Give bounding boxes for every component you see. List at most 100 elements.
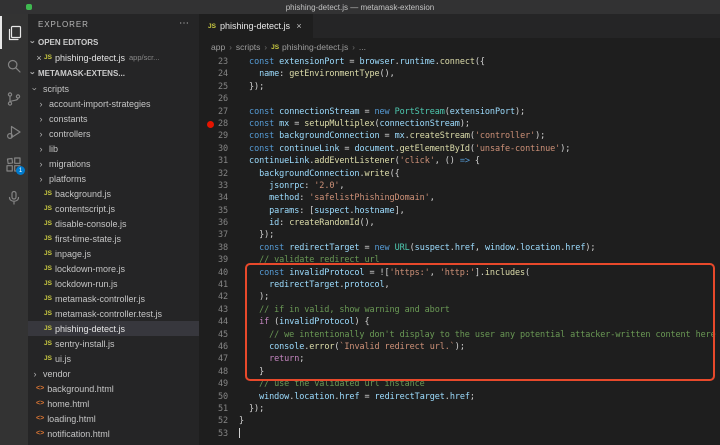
code-line-29[interactable]: 29 const backgroundConnection = mx.creat… — [199, 130, 720, 142]
tree-item-lockdown-more-js[interactable]: JSlockdown-more.js — [28, 261, 199, 276]
code-line-41[interactable]: 41 redirectTarget.protocol, — [199, 279, 720, 291]
line-number[interactable]: 27 — [199, 106, 239, 118]
tree-item-lib[interactable]: ›lib — [28, 141, 199, 156]
line-number[interactable]: 42 — [199, 291, 239, 303]
tree-item-loading-html[interactable]: <>loading.html — [28, 411, 199, 426]
line-number[interactable]: 53 — [199, 428, 239, 440]
tree-item-notification-html[interactable]: <>notification.html — [28, 426, 199, 441]
code-line-46[interactable]: 46 console.error(`Invalid redirect url.`… — [199, 341, 720, 353]
tree-item-account-import-strategies[interactable]: ›account-import-strategies — [28, 96, 199, 111]
tree-item-disable-console-js[interactable]: JSdisable-console.js — [28, 216, 199, 231]
line-number[interactable]: 48 — [199, 366, 239, 378]
line-number[interactable]: 47 — [199, 353, 239, 365]
line-number[interactable]: 30 — [199, 143, 239, 155]
tree-item-migrations[interactable]: ›migrations — [28, 156, 199, 171]
line-number[interactable]: 51 — [199, 403, 239, 415]
close-icon[interactable]: × — [34, 53, 44, 63]
code-line-26[interactable]: 26 — [199, 93, 720, 105]
line-number[interactable]: 24 — [199, 68, 239, 80]
line-number[interactable]: 45 — [199, 329, 239, 341]
line-number[interactable]: 38 — [199, 242, 239, 254]
tree-item-background-html[interactable]: <>background.html — [28, 381, 199, 396]
line-number[interactable]: 43 — [199, 304, 239, 316]
extensions-icon[interactable]: 1 — [0, 148, 28, 181]
breadcrumb-item[interactable]: ... — [359, 42, 366, 52]
tree-item-phishing-detect-js[interactable]: JSphishing-detect.js — [28, 321, 199, 336]
tree-item-ui-js[interactable]: JSui.js — [28, 351, 199, 366]
line-number[interactable]: 40 — [199, 267, 239, 279]
line-number[interactable]: 31 — [199, 155, 239, 167]
code-line-37[interactable]: 37 }); — [199, 229, 720, 241]
breadcrumb-item[interactable]: scripts — [236, 42, 261, 52]
code-line-50[interactable]: 50 window.location.href = redirectTarget… — [199, 391, 720, 403]
line-number[interactable]: 50 — [199, 391, 239, 403]
line-number[interactable]: 32 — [199, 168, 239, 180]
code-line-51[interactable]: 51 }); — [199, 403, 720, 415]
search-icon[interactable] — [0, 49, 28, 82]
tree-item-background-js[interactable]: JSbackground.js — [28, 186, 199, 201]
code-line-53[interactable]: 53 — [199, 428, 720, 440]
code-line-40[interactable]: 40 const invalidProtocol = !['https:', '… — [199, 267, 720, 279]
run-debug-icon[interactable] — [0, 115, 28, 148]
open-editors-section-header[interactable]: › OPEN EDITORS — [28, 34, 199, 50]
explorer-icon[interactable] — [0, 16, 28, 49]
code-line-45[interactable]: 45 // we intentionally don't display to … — [199, 329, 720, 341]
code-line-42[interactable]: 42 ); — [199, 291, 720, 303]
code-line-49[interactable]: 49 // use the validated url instance — [199, 378, 720, 390]
tree-item-contentscript-js[interactable]: JScontentscript.js — [28, 201, 199, 216]
code-line-33[interactable]: 33 jsonrpc: '2.0', — [199, 180, 720, 192]
line-number[interactable]: 37 — [199, 229, 239, 241]
code-line-27[interactable]: 27 const connectionStream = new PortStre… — [199, 106, 720, 118]
code-line-48[interactable]: 48 } — [199, 366, 720, 378]
line-number[interactable]: 52 — [199, 415, 239, 427]
code-line-24[interactable]: 24 name: getEnvironmentType(), — [199, 68, 720, 80]
line-number[interactable]: 35 — [199, 205, 239, 217]
workspace-section-header[interactable]: › METAMASK-EXTENS... — [28, 65, 199, 81]
line-number[interactable]: 34 — [199, 192, 239, 204]
breadcrumb-item[interactable]: JSphishing-detect.js — [271, 42, 348, 52]
code-line-52[interactable]: 52} — [199, 415, 720, 427]
tree-item-first-time-state-js[interactable]: JSfirst-time-state.js — [28, 231, 199, 246]
line-number[interactable]: 25 — [199, 81, 239, 93]
code-line-36[interactable]: 36 id: createRandomId(), — [199, 217, 720, 229]
line-number[interactable]: 26 — [199, 93, 239, 105]
breakpoint-icon[interactable] — [207, 121, 214, 128]
line-number[interactable]: 33 — [199, 180, 239, 192]
tree-item-metamask-controller-test-js[interactable]: JSmetamask-controller.test.js — [28, 306, 199, 321]
code-line-43[interactable]: 43 // if in valid, show warning and abor… — [199, 304, 720, 316]
line-number[interactable]: 49 — [199, 378, 239, 390]
code-line-34[interactable]: 34 method: 'safelistPhishingDomain', — [199, 192, 720, 204]
more-actions-icon[interactable]: ⋯ — [179, 19, 189, 29]
line-number[interactable]: 39 — [199, 254, 239, 266]
tree-item-vendor[interactable]: ›vendor — [28, 366, 199, 381]
tab-phishing-detect-js[interactable]: JS phishing-detect.js × — [199, 14, 313, 38]
line-number[interactable]: 41 — [199, 279, 239, 291]
tree-item-inpage-js[interactable]: JSinpage.js — [28, 246, 199, 261]
source-control-icon[interactable] — [0, 82, 28, 115]
microphone-icon[interactable] — [0, 181, 28, 214]
code-line-47[interactable]: 47 return; — [199, 353, 720, 365]
tree-item-metamask-controller-js[interactable]: JSmetamask-controller.js — [28, 291, 199, 306]
code-line-23[interactable]: 23 const extensionPort = browser.runtime… — [199, 56, 720, 68]
code-line-25[interactable]: 25 }); — [199, 81, 720, 93]
line-number[interactable]: 23 — [199, 56, 239, 68]
breadcrumb-item[interactable]: app — [211, 42, 225, 52]
code-line-32[interactable]: 32 backgroundConnection.write({ — [199, 168, 720, 180]
tree-item-sentry-install-js[interactable]: JSsentry-install.js — [28, 336, 199, 351]
code-line-38[interactable]: 38 const redirectTarget = new URL(suspec… — [199, 242, 720, 254]
line-number[interactable]: 36 — [199, 217, 239, 229]
code-area[interactable]: 23 const extensionPort = browser.runtime… — [199, 56, 720, 440]
line-number[interactable]: 29 — [199, 130, 239, 142]
tree-item-controllers[interactable]: ›controllers — [28, 126, 199, 141]
tree-item-home-html[interactable]: <>home.html — [28, 396, 199, 411]
line-number[interactable]: 44 — [199, 316, 239, 328]
code-line-35[interactable]: 35 params: [suspect.hostname], — [199, 205, 720, 217]
open-editor-item[interactable]: × JS phishing-detect.js app/scr... — [28, 50, 199, 65]
tree-item-scripts[interactable]: ›scripts — [28, 81, 199, 96]
code-line-39[interactable]: 39 // validate redirect url — [199, 254, 720, 266]
code-line-30[interactable]: 30 const continueLink = document.getElem… — [199, 143, 720, 155]
code-line-31[interactable]: 31 continueLink.addEventListener('click'… — [199, 155, 720, 167]
code-line-44[interactable]: 44 if (invalidProtocol) { — [199, 316, 720, 328]
tree-item-lockdown-run-js[interactable]: JSlockdown-run.js — [28, 276, 199, 291]
code-line-28[interactable]: 28 const mx = setupMultiplex(connectionS… — [199, 118, 720, 130]
